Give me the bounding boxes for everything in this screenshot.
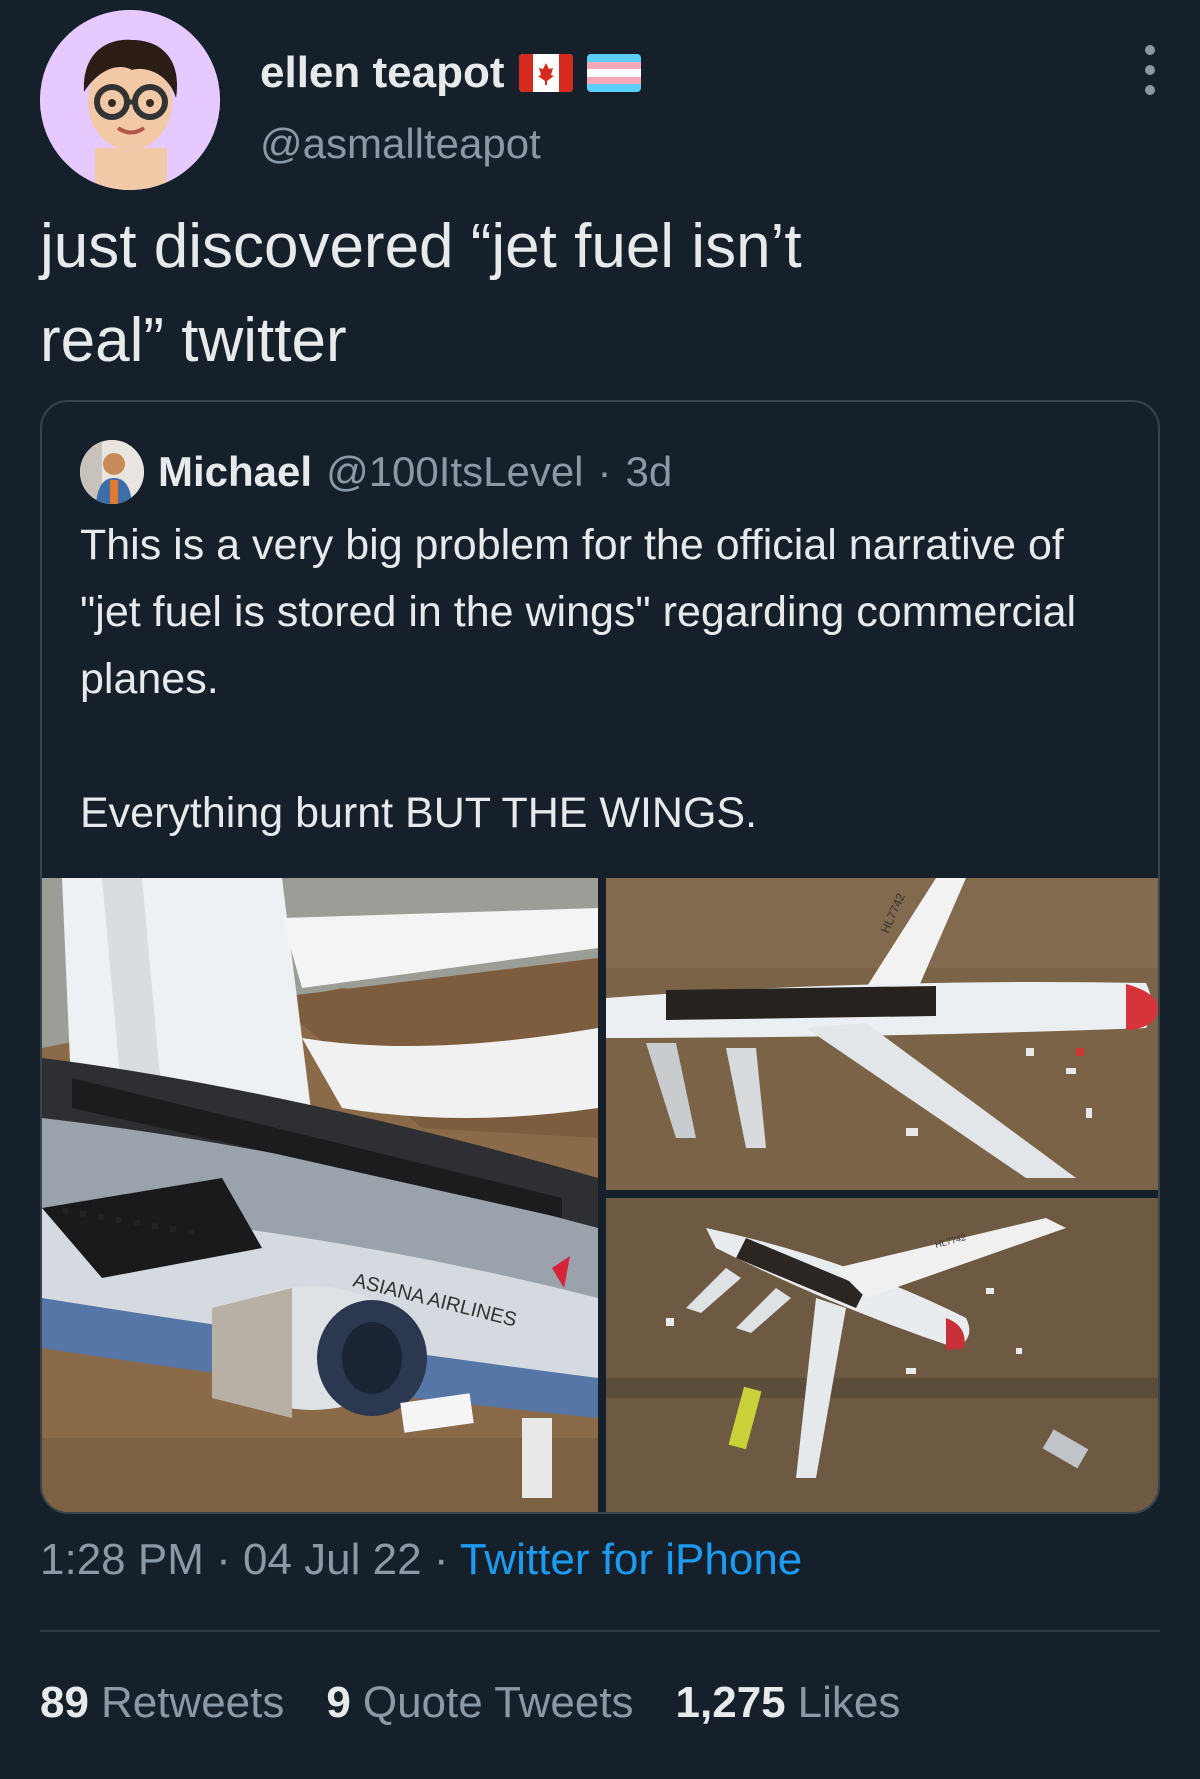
crash-photo-aerial-2[interactable]: HL7742 (606, 1198, 1158, 1512)
memoji-avatar-icon[interactable] (40, 10, 220, 190)
retweets-label: Retweets (100, 1678, 285, 1727)
tweet-text-line: real” twitter (40, 306, 347, 375)
meta-separator: · (597, 448, 612, 495)
likes-label: Likes (797, 1678, 901, 1727)
likes-count: 1,275 (675, 1678, 786, 1727)
tweet-meta: 1:28 PM · 04 Jul 22 · Twitter for iPhone (40, 1535, 802, 1585)
quoted-tweet[interactable]: Michael @100ItsLevel · 3d This is a very… (40, 400, 1160, 1514)
tweet-text-line: just discovered “jet fuel isn’t (40, 212, 802, 281)
crash-photo-aerial-1[interactable]: HL7742 (606, 878, 1158, 1190)
quoted-handle[interactable]: @100ItsLevel (326, 448, 583, 496)
tweet-date[interactable]: 04 Jul 22 (243, 1535, 422, 1584)
tweet-text: just discovered “jet fuel isn’t real” tw… (40, 200, 1140, 388)
name-row: ellen teapot (260, 48, 641, 98)
retweets-count: 89 (40, 1678, 89, 1727)
more-options-icon[interactable] (1140, 45, 1160, 105)
quoted-paragraph: This is a very big problem for the offic… (80, 521, 1077, 703)
quote-tweets-label: Quote Tweets (362, 1678, 634, 1727)
quote-tweets-count: 9 (326, 1678, 351, 1727)
quoted-tweet-text: This is a very big problem for the offic… (80, 512, 1130, 847)
trans-flag-icon (586, 54, 641, 92)
media-grid: ASIANA AIRLINES HL7742 HL7742 (42, 878, 1158, 1512)
likes-stat[interactable]: 1,275 Likes (676, 1678, 901, 1728)
crash-photo-closeup[interactable]: ASIANA AIRLINES (42, 878, 598, 1512)
engagement-stats: 89 Retweets 9 Quote Tweets 1,275 Likes (40, 1678, 900, 1728)
tweet-time[interactable]: 1:28 PM (40, 1535, 204, 1584)
quoted-age: 3d (625, 448, 673, 495)
user-handle[interactable]: @asmallteapot (260, 120, 541, 168)
quoted-paragraph: Everything burnt BUT THE WINGS. (80, 789, 758, 837)
meta-separator: · (216, 1535, 231, 1584)
display-name[interactable]: ellen teapot (260, 48, 505, 98)
quote-tweets-stat[interactable]: 9 Quote Tweets (326, 1678, 633, 1728)
meta-separator: · (433, 1535, 449, 1584)
tweet-header: ellen teapot @asmallteapot (40, 10, 1160, 190)
quoted-display-name[interactable]: Michael (158, 448, 312, 496)
divider (40, 1630, 1160, 1632)
quoted-avatar-icon[interactable] (80, 440, 144, 504)
quoted-tweet-header: Michael @100ItsLevel · 3d (80, 440, 672, 504)
tweet-source-link[interactable]: Twitter for iPhone (460, 1535, 802, 1584)
retweets-stat[interactable]: 89 Retweets (40, 1678, 284, 1728)
canada-flag-icon (518, 54, 573, 92)
